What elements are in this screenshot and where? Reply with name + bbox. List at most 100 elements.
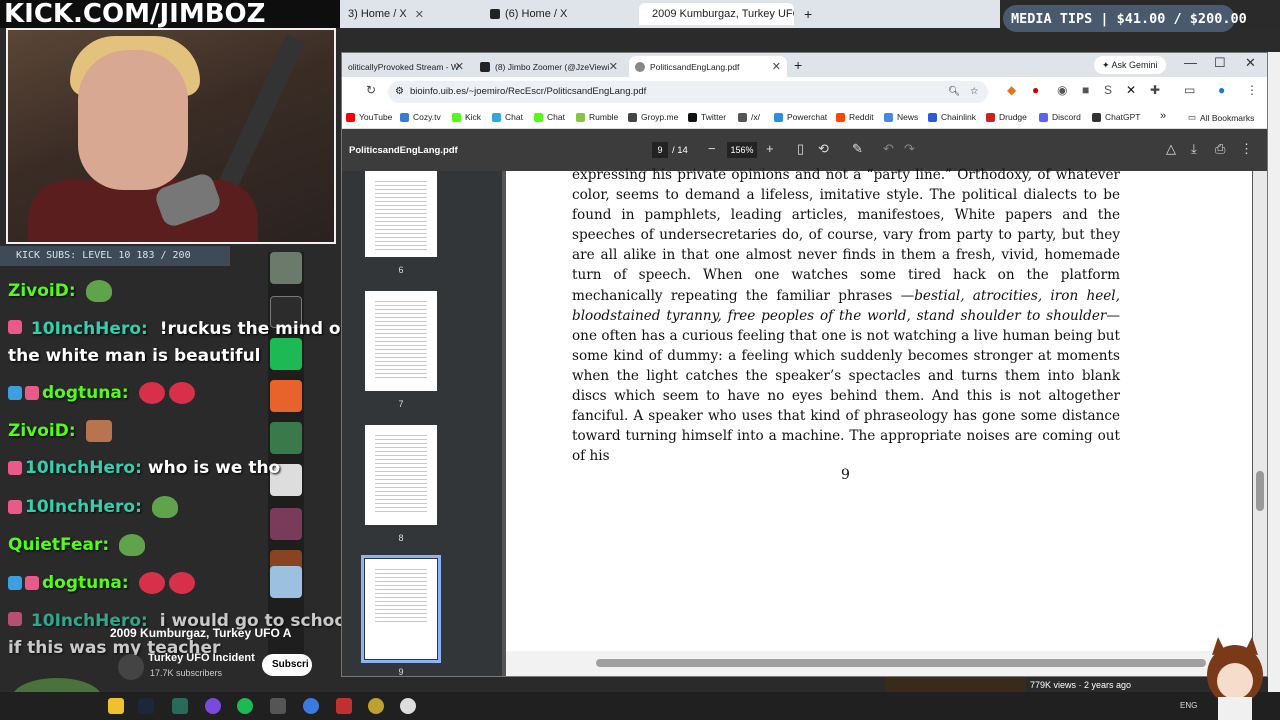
more-icon[interactable]: ⋮ [1240,141,1253,157]
steam-icon[interactable] [138,698,154,714]
site-info-icon[interactable]: ⚙ [395,81,404,103]
bookmark-powerchat[interactable]: Powerchat [774,112,827,122]
bookmark-groyp[interactable]: Groyp.me [628,112,678,122]
back-tab-label: (6) Home / X [505,8,568,20]
puzzle-icon[interactable]: ✚ [1150,83,1160,97]
chat-message: 10InchHero: [8,496,178,518]
close-icon[interactable]: ✕ [772,60,781,73]
bookmark-label: All Bookmarks [1200,112,1255,123]
ask-gemini-label: Ask Gemini [1111,60,1158,70]
sidebar-icon[interactable]: ▭ [1184,83,1195,97]
bookmark-discord[interactable]: Discord [1039,112,1081,122]
bookmark-chatgpt[interactable]: ChatGPT [1092,112,1140,122]
tab-stream[interactable]: oliticallyProvoked Stream - W ✕ [342,56,470,77]
bookmark-chat[interactable]: Chat [492,112,523,122]
maximize-icon[interactable]: ☐ [1214,55,1226,71]
page-thumbnail[interactable] [365,171,437,257]
app-icon[interactable] [270,698,286,714]
bookmark-reddit[interactable]: Reddit [836,112,874,122]
bookmark-news[interactable]: News [884,112,918,122]
horizontal-scrollbar[interactable] [506,651,1252,676]
close-window-icon[interactable]: ✕ [1245,55,1256,71]
redo-icon[interactable]: ↷ [904,141,915,157]
spotify-icon[interactable] [237,698,253,714]
star-icon[interactable]: ☆ [970,81,979,103]
bookmark-rumble[interactable]: Rumble [576,112,618,122]
scrollbar-thumb[interactable] [596,659,1206,667]
close-icon[interactable]: ✕ [415,8,424,21]
tab-jimbo-zoomer[interactable]: (8) Jimbo Zoomer (@JzeViewi ✕ [474,56,624,77]
bookmark-twitter[interactable]: Twitter [688,112,726,122]
reload-icon[interactable]: ↻ [366,83,376,97]
new-tab-icon[interactable]: + [804,6,812,22]
scrollbar-thumb[interactable] [1256,471,1264,511]
zoom-icon[interactable]: 🔍︎ [948,81,960,103]
page-thumbnail-selected[interactable] [361,555,441,663]
app-icon[interactable] [108,698,124,714]
back-tab-home-x-2[interactable]: (6) Home / X [482,3,637,25]
zoom-out-icon[interactable]: − [708,141,716,156]
print-icon[interactable]: ⎙ [1215,141,1225,157]
bookmark-chat-2[interactable]: Chat [534,112,565,122]
language-indicator[interactable]: ENG [1180,701,1197,710]
back-tab-home-x[interactable]: 3) Home / X ✕ [340,3,480,25]
channel-name[interactable]: Turkey UFO Incident [148,652,255,664]
menu-icon[interactable]: ⋮ [1246,83,1258,97]
chrome-icon[interactable] [400,698,416,714]
rotate-icon[interactable]: ⟲ [818,141,829,157]
bookmark-youtube[interactable]: YouTube [346,112,392,122]
undo-icon[interactable]: ↶ [883,141,894,157]
extension-icon[interactable]: S [1104,83,1112,97]
extension-icon[interactable]: ◉ [1057,83,1067,97]
chat-username: 10InchHero: [25,497,142,517]
drive-icon[interactable]: △ [1166,141,1176,157]
bookmark-x-board[interactable]: /x/ [738,112,760,122]
outer-scrollbar[interactable] [1268,52,1280,692]
frog-emote-icon [151,496,178,518]
extension-icon[interactable]: ■ [1082,83,1089,97]
youtube-video-info: 2009 Kumburgaz, Turkey UFO A Turkey UFO … [110,626,312,686]
app-icon[interactable] [303,698,319,714]
minimize-icon[interactable]: — [1184,55,1197,70]
tab-pdf[interactable]: PoliticsandEngLang.pdf ✕ [629,56,787,77]
zoom-input[interactable]: 156% [727,142,757,158]
discord-icon [1039,112,1048,122]
profile-icon[interactable]: ● [1218,83,1225,97]
page-thumbnail[interactable] [365,291,437,391]
chat-message: dogtuna: [8,382,195,404]
close-icon[interactable]: ✕ [455,60,464,73]
page-thumbnail[interactable] [365,425,437,525]
annotate-icon[interactable]: ✎ [852,141,863,157]
bookmark-cozytv[interactable]: Cozy.tv [400,112,441,122]
close-icon[interactable]: ✕ [609,60,618,73]
fit-page-icon[interactable]: ▯ [797,141,804,157]
page-text: expressing his private opinions and not … [572,165,1120,466]
all-bookmarks-button[interactable]: ▭ All Bookmarks [1188,112,1254,123]
bookmark-kick[interactable]: Kick [452,112,481,122]
zoom-in-icon[interactable]: + [766,141,774,156]
url-input[interactable]: ⚙ bioinfo.uib.es/~joemiro/RecEscr/Politi… [388,81,988,103]
chat-username: dogtuna: [42,573,129,593]
page-number-input[interactable]: 9 [652,142,668,158]
extension-icon[interactable]: ◆ [1007,83,1016,97]
x-logo-icon[interactable]: ✕ [1126,83,1136,97]
vertical-scrollbar[interactable] [1253,171,1267,676]
download-icon[interactable]: ⤓ [1191,141,1197,157]
chevron-right-icon[interactable]: » [1160,110,1166,122]
back-tab-ufo[interactable]: 2009 Kumburgaz, Turkey UFO / [639,3,794,25]
new-tab-icon[interactable]: + [794,57,802,73]
ask-gemini-button[interactable]: ✦ Ask Gemini [1094,56,1166,74]
bookmark-chainlink[interactable]: Chainlink [928,112,976,122]
terminal-icon[interactable] [172,698,188,714]
subscribe-button[interactable]: Subscri [262,654,312,676]
chatgpt-icon [1092,112,1101,122]
app-icon[interactable] [336,698,352,714]
bookmark-label: Chainlink [941,112,976,122]
app-icon[interactable] [205,698,221,714]
video-title[interactable]: 2009 Kumburgaz, Turkey UFO A [110,626,310,640]
bookmark-drudge[interactable]: Drudge [986,112,1027,122]
channel-avatar[interactable] [118,654,144,680]
app-icon[interactable] [368,698,384,714]
chainlink-icon [928,112,937,122]
extension-icon[interactable]: ● [1032,83,1039,97]
